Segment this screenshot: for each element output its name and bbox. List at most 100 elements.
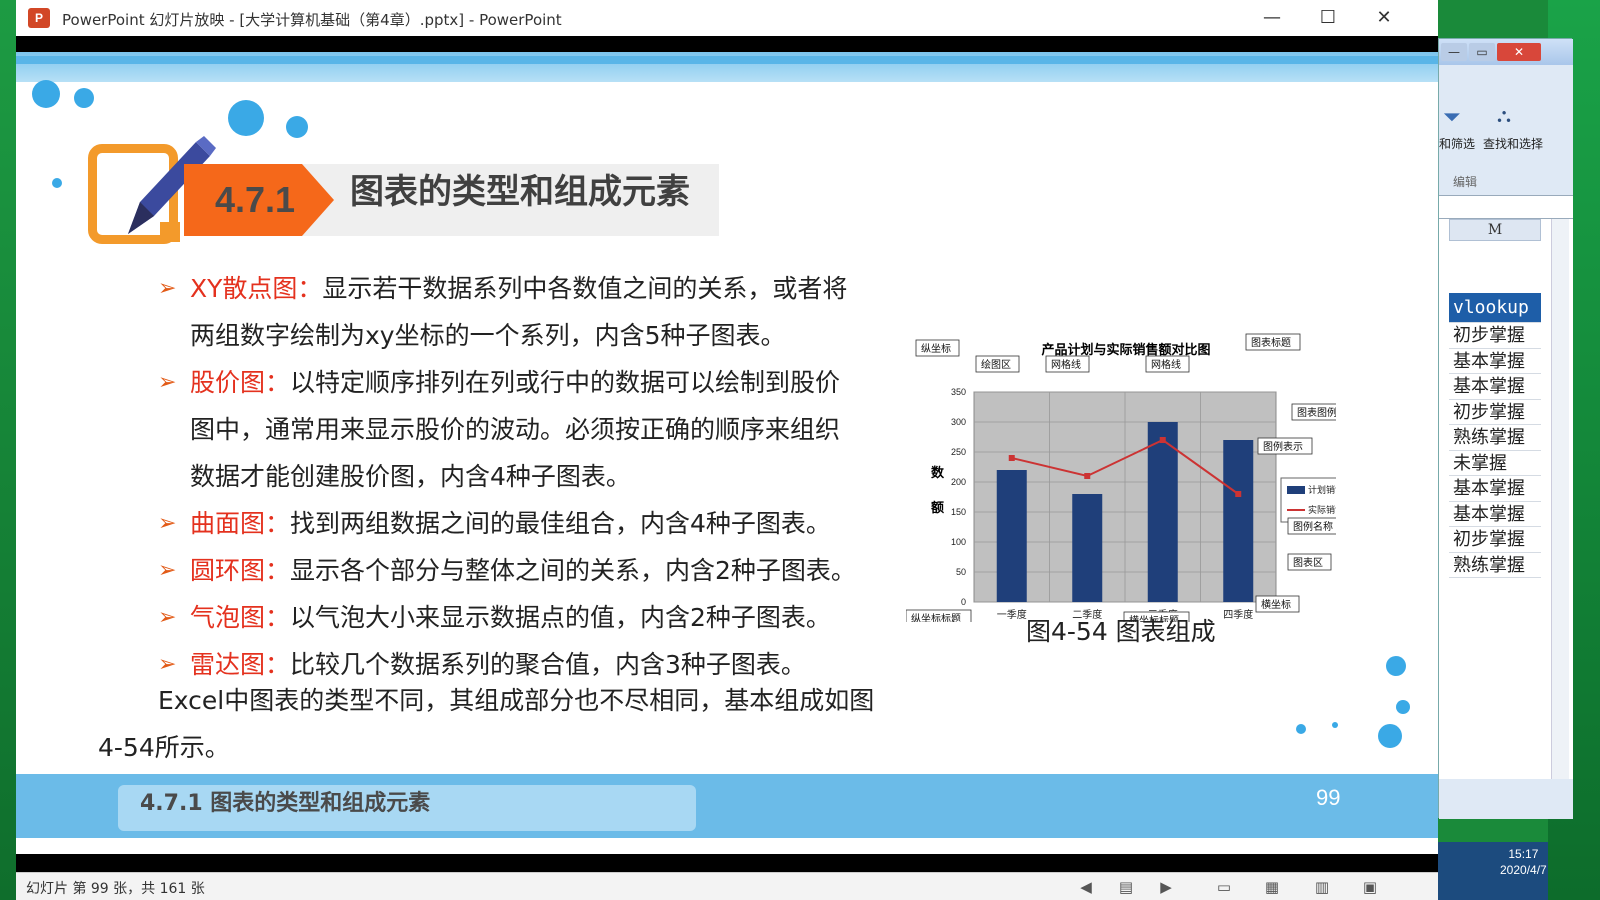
- y-tick-label: 300: [951, 417, 966, 427]
- next-slide-icon[interactable]: ▶: [1156, 877, 1176, 897]
- cell[interactable]: 初步掌握: [1449, 400, 1541, 425]
- cell[interactable]: 基本掌握: [1449, 374, 1541, 400]
- powerpoint-icon: P: [28, 8, 50, 28]
- excel-bottom-bar: [1439, 779, 1573, 819]
- cell[interactable]: 基本掌握: [1449, 502, 1541, 527]
- footer-label: 4.7.1 图表的类型和组成元素: [140, 791, 431, 816]
- body-paragraph: Excel中图表的类型不同，其组成部分也不尽相同，基本组成如图4-54所示。: [98, 686, 875, 762]
- close-button[interactable]: ✕: [1364, 4, 1404, 32]
- statusbar: 幻灯片 第 99 张，共 161 张 ◀ ▤ ▶ ▭ ▦ ▥ ▣: [16, 872, 1438, 900]
- normal-view-icon[interactable]: ▭: [1214, 877, 1234, 897]
- decor-dot: [32, 80, 60, 108]
- bar: [1223, 440, 1254, 602]
- clock-date: 2020/4/7: [1500, 863, 1547, 877]
- decor-dot: [1386, 656, 1406, 676]
- page-number: 99: [1316, 785, 1341, 810]
- excel-maximize-button[interactable]: ▭: [1469, 43, 1495, 61]
- cell-header[interactable]: vlookup: [1449, 293, 1541, 323]
- legend-label: 实际销售额: [1308, 504, 1336, 516]
- bullet-text: 找到两组数据之间的最佳组合，内含4种子图表。: [290, 509, 831, 538]
- decor-dot: [74, 88, 94, 108]
- callout-label: 纵坐标标题: [911, 613, 961, 622]
- y-tick-label: 350: [951, 387, 966, 397]
- cell[interactable]: 基本掌握: [1449, 476, 1541, 502]
- y-tick-label: 250: [951, 447, 966, 457]
- section-number: 4.7.1: [214, 179, 296, 220]
- cell[interactable]: 初步掌握: [1449, 323, 1541, 349]
- find-select-label[interactable]: 查找和选择: [1483, 135, 1543, 152]
- callout-label: 图例表示: [1263, 440, 1303, 453]
- decor-dot: [286, 116, 308, 138]
- cell[interactable]: 熟练掌握: [1449, 553, 1541, 578]
- bullet-text: 比较几个数据系列的聚合值，内含3种子图表。: [290, 650, 806, 679]
- bullet-text: 以气泡大小来显示数据点的值，内含2种子图表。: [290, 603, 831, 632]
- cell[interactable]: 未掌握: [1449, 451, 1541, 476]
- excel-close-button[interactable]: ✕: [1497, 43, 1541, 61]
- legend-swatch: [1287, 486, 1305, 494]
- sort-filter-label[interactable]: 和筛选: [1439, 135, 1475, 152]
- bar: [996, 470, 1027, 602]
- bullet-text: 显示各个部分与整体之间的关系，内含2种子图表。: [290, 556, 856, 585]
- bar: [1072, 494, 1103, 602]
- bullet-item: ➢ XY散点图：显示若干数据系列中各数值之间的关系，或者将 两组数字绘制为xy坐…: [158, 265, 918, 359]
- bullet-term: 曲面图：: [190, 509, 291, 538]
- decor-dot: [228, 100, 264, 136]
- excel-minimize-button[interactable]: —: [1441, 43, 1467, 61]
- slide-sorter-icon[interactable]: ▦: [1262, 877, 1282, 897]
- decor-dot: [1296, 724, 1306, 734]
- legend-label: 计划销售额: [1308, 484, 1336, 496]
- cell[interactable]: 基本掌握: [1449, 349, 1541, 374]
- bullet-arrow-icon: ➢: [158, 558, 177, 583]
- filter-icon[interactable]: ⏷: [1443, 105, 1461, 130]
- binoculars-icon[interactable]: ⛬: [1497, 103, 1511, 127]
- y-tick-label: 100: [951, 537, 966, 547]
- column-header-m[interactable]: M: [1449, 219, 1541, 241]
- menu-icon[interactable]: ▤: [1116, 877, 1136, 897]
- slideshow-icon[interactable]: ▣: [1360, 877, 1380, 897]
- callout-label: 绘图区: [981, 358, 1011, 371]
- callout-label: 图表图例: [1297, 406, 1336, 419]
- decor-dot: [1332, 722, 1338, 728]
- excel-ribbon: ⏷ ⛬ 和筛选 查找和选择 编辑: [1439, 65, 1573, 195]
- minimize-button[interactable]: —: [1252, 4, 1292, 32]
- bullet-term: XY散点图：: [190, 274, 323, 303]
- excel-grid[interactable]: M vlookup 初步掌握 基本掌握 基本掌握 初步掌握 熟练掌握 未掌握 基…: [1439, 219, 1573, 779]
- cell[interactable]: 初步掌握: [1449, 527, 1541, 553]
- callout-label: 图表区: [1293, 556, 1323, 569]
- maximize-button[interactable]: ☐: [1308, 4, 1348, 32]
- callout-label: 网格线: [1151, 358, 1181, 371]
- decor-dot: [1378, 724, 1402, 748]
- excel-window: — ▭ ✕ ⏷ ⛬ 和筛选 查找和选择 编辑 M vlookup 初步掌握 基本…: [1438, 38, 1573, 819]
- bullet-text: 显示若干数据系列中各数值之间的关系，或者将: [322, 274, 848, 303]
- callout-label: 图例名称: [1293, 520, 1333, 533]
- excel-formula-bar[interactable]: [1439, 195, 1573, 219]
- line-point: [1159, 437, 1166, 443]
- bullet-term: 气泡图：: [190, 603, 291, 632]
- cell[interactable]: 熟练掌握: [1449, 425, 1541, 451]
- previous-slide-icon[interactable]: ◀: [1076, 877, 1096, 897]
- bullet-arrow-icon: ➢: [158, 605, 177, 630]
- y-axis-label: 数: [931, 465, 945, 481]
- callout-label: 横坐标: [1261, 598, 1291, 611]
- reading-view-icon[interactable]: ▥: [1312, 877, 1332, 897]
- slide[interactable]: 4.7.1 图表的类型和组成元素 ➢ XY散点图：显示若干数据系列中各数值之间的…: [16, 52, 1438, 854]
- figure-caption: 图4-54 图表组成: [1026, 617, 1216, 646]
- line-point: [1008, 455, 1015, 461]
- y-tick-label: 50: [956, 567, 966, 577]
- titlebar: P PowerPoint 幻灯片放映 - [大学计算机基础（第4章）.pptx]…: [16, 0, 1438, 36]
- chart-figure: 050100150200250300350一季度二季度三季度四季度产品计划与实际…: [906, 333, 1336, 622]
- decor-dot: [52, 178, 62, 188]
- excel-vertical-scrollbar[interactable]: [1551, 219, 1569, 779]
- y-tick-label: 150: [951, 507, 966, 517]
- y-axis-label: 额: [931, 500, 944, 516]
- editing-group-label: 编辑: [1453, 175, 1478, 189]
- tray-clock[interactable]: 15:17 2020/4/7: [1500, 846, 1547, 878]
- bullet-text-cont: 数据才能创建股价图，内含4种子图表。: [190, 462, 631, 491]
- callout-label: 纵坐标: [921, 343, 951, 355]
- callout-label: 图表标题: [1251, 336, 1291, 349]
- callout-label: 网格线: [1051, 358, 1081, 371]
- clock-time: 15:17: [1508, 847, 1539, 861]
- y-tick-label: 0: [961, 597, 966, 607]
- bullet-arrow-icon: ➢: [158, 370, 177, 395]
- slide-counter: 幻灯片 第 99 张，共 161 张: [26, 881, 205, 897]
